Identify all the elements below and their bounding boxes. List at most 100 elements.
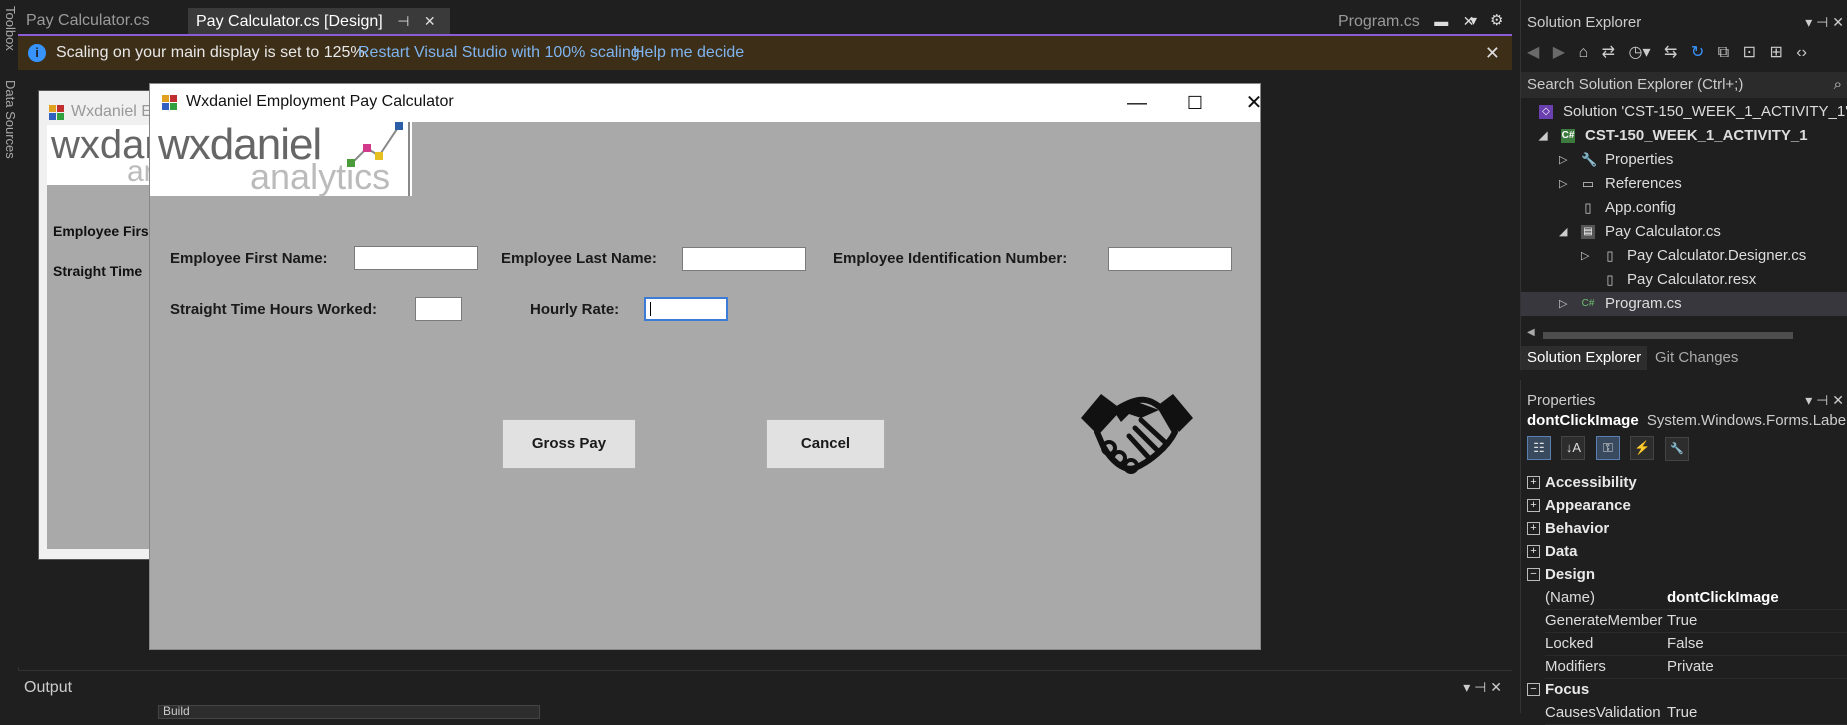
- category-data[interactable]: + Data: [1527, 540, 1847, 563]
- properties-toolbar: ☷ ↓A ⚿ ⚡ 🔧: [1527, 436, 1695, 464]
- tab-git-changes[interactable]: Git Changes: [1655, 346, 1738, 370]
- category-behavior[interactable]: + Behavior: [1527, 517, 1847, 540]
- category-accessibility[interactable]: + Accessibility: [1527, 471, 1847, 494]
- panel-window-controls[interactable]: ▾ ⊣ ✕: [1463, 679, 1502, 696]
- panel-window-controls[interactable]: ▾ ⊣ ✕: [1805, 14, 1844, 31]
- sync-icon[interactable]: ⇆: [1664, 44, 1677, 61]
- close-icon[interactable]: ✕: [1485, 36, 1500, 70]
- back-icon[interactable]: ◀: [1527, 44, 1539, 61]
- category-focus[interactable]: − Focus: [1527, 678, 1847, 701]
- expand-arrow-icon[interactable]: ▷: [1559, 148, 1567, 172]
- designer-form-background[interactable]: Wxdaniel Em wxdar ar Employee Firs Strai…: [38, 90, 165, 560]
- expand-arrow-icon[interactable]: ▷: [1559, 292, 1567, 316]
- tab-list-dropdown-icon[interactable]: ▾: [1470, 12, 1477, 29]
- category-design[interactable]: − Design: [1527, 563, 1847, 586]
- expand-arrow-icon[interactable]: ▷: [1559, 172, 1567, 196]
- gear-icon[interactable]: ⚙: [1490, 11, 1503, 29]
- collapse-all-icon[interactable]: ⧉: [1718, 44, 1729, 61]
- horizontal-scrollbar[interactable]: ◀: [1527, 327, 1843, 340]
- collapse-icon[interactable]: −: [1527, 683, 1540, 696]
- property-row[interactable]: GenerateMember True: [1545, 609, 1847, 633]
- properties-icon[interactable]: ⊞: [1769, 44, 1782, 61]
- straight-time-label: Straight Time: [53, 263, 143, 279]
- close-icon[interactable]: ✕: [424, 13, 436, 29]
- tree-item-resx[interactable]: ▯ Pay Calculator.resx: [1521, 268, 1847, 292]
- info-message: Scaling on your main display is set to 1…: [56, 44, 370, 61]
- preview-pin-icon[interactable]: ▬: [1434, 13, 1448, 29]
- property-value[interactable]: True: [1667, 609, 1847, 632]
- tab-solution-explorer[interactable]: Solution Explorer: [1521, 346, 1648, 370]
- panel-window-controls[interactable]: ▾ ⊣ ✕: [1805, 392, 1844, 409]
- tree-item-label: Solution 'CST-150_WEEK_1_ACTIVITY_1' (1 …: [1563, 103, 1847, 120]
- properties-view-icon[interactable]: ⚿: [1595, 436, 1620, 460]
- show-all-files-icon[interactable]: ⊡: [1743, 44, 1756, 61]
- solution-search-input[interactable]: Search Solution Explorer (Ctrl+;) ⌕: [1521, 72, 1847, 98]
- object-selector[interactable]: dontClickImage System.Windows.Forms.Labe: [1527, 412, 1846, 429]
- switch-views-icon[interactable]: ⇄: [1602, 44, 1615, 61]
- property-row[interactable]: (Name) dontClickImage: [1545, 586, 1847, 610]
- tree-item-program-cs[interactable]: ▷ C# Program.cs: [1521, 292, 1847, 316]
- handshake-icon[interactable]: [1079, 388, 1195, 476]
- csharp-project-icon: C#: [1561, 129, 1575, 143]
- first-name-input[interactable]: [354, 246, 478, 270]
- expand-icon[interactable]: +: [1527, 545, 1540, 558]
- expand-arrow-icon[interactable]: ▷: [1581, 244, 1589, 268]
- categorized-icon[interactable]: ☷: [1527, 436, 1551, 460]
- tab-pay-calculator-design[interactable]: Pay Calculator.cs [Design] ⊣ ✕: [188, 8, 450, 34]
- expand-icon[interactable]: +: [1527, 476, 1540, 489]
- property-value[interactable]: False: [1667, 632, 1847, 655]
- toolbox-tab[interactable]: Toolbox: [0, 6, 18, 51]
- property-key: GenerateMember: [1545, 612, 1663, 629]
- data-sources-tab[interactable]: Data Sources: [0, 80, 18, 159]
- window-title-bar[interactable]: Wxdaniel Employment Pay Calculator — ☐ ✕: [150, 84, 1262, 122]
- id-number-input[interactable]: [1108, 247, 1232, 271]
- maximize-icon[interactable]: ☐: [1170, 90, 1220, 116]
- tree-item-solution[interactable]: ◇ Solution 'CST-150_WEEK_1_ACTIVITY_1' (…: [1521, 100, 1847, 124]
- cancel-button[interactable]: Cancel: [766, 419, 885, 469]
- property-row[interactable]: CausesValidation True: [1545, 701, 1847, 725]
- expand-icon[interactable]: +: [1527, 499, 1540, 512]
- search-icon[interactable]: ⌕: [1834, 72, 1842, 98]
- category-appearance[interactable]: + Appearance: [1527, 494, 1847, 517]
- scroll-left-icon[interactable]: ◀: [1527, 327, 1535, 338]
- output-source-select[interactable]: Build: [158, 704, 540, 719]
- close-icon[interactable]: ✕: [1229, 90, 1279, 116]
- pay-calculator-window[interactable]: Wxdaniel Employment Pay Calculator — ☐ ✕…: [150, 84, 1262, 649]
- restart-scaling-link[interactable]: Restart Visual Studio with 100% scaling: [358, 36, 640, 70]
- property-key: Locked: [1545, 635, 1594, 652]
- minimize-icon[interactable]: —: [1112, 90, 1162, 116]
- refresh-icon[interactable]: ↻: [1691, 44, 1704, 61]
- last-name-input[interactable]: [682, 247, 806, 271]
- tab-program-cs[interactable]: Program.cs ▬ ✕: [1330, 8, 1474, 34]
- tree-item-properties[interactable]: ▷ 🔧 Properties: [1521, 148, 1847, 172]
- tree-item-label: Pay Calculator.resx: [1627, 271, 1757, 288]
- tab-pay-calculator-cs[interactable]: Pay Calculator.cs: [18, 8, 188, 34]
- hours-worked-input[interactable]: [415, 297, 462, 321]
- events-icon[interactable]: ⚡: [1630, 436, 1655, 460]
- tree-item-designer-cs[interactable]: ▷ ▯ Pay Calculator.Designer.cs: [1521, 244, 1847, 268]
- collapse-arrow-icon[interactable]: ◢: [1559, 220, 1567, 244]
- hourly-rate-input[interactable]: [644, 297, 728, 321]
- property-value[interactable]: dontClickImage: [1667, 586, 1847, 609]
- expand-icon[interactable]: +: [1527, 522, 1540, 535]
- property-row[interactable]: Locked False: [1545, 632, 1847, 656]
- tree-item-pay-calculator[interactable]: ◢ ▤ Pay Calculator.cs: [1521, 220, 1847, 244]
- tree-item-project[interactable]: ◢ C# CST-150_WEEK_1_ACTIVITY_1: [1521, 124, 1847, 148]
- code-icon[interactable]: ‹›: [1796, 44, 1807, 61]
- forward-icon[interactable]: ▶: [1553, 44, 1565, 61]
- help-me-decide-link[interactable]: Help me decide: [633, 36, 744, 70]
- home-icon[interactable]: ⌂: [1579, 44, 1589, 61]
- pin-icon[interactable]: ⊣: [397, 13, 409, 29]
- property-value[interactable]: Private: [1667, 655, 1847, 678]
- scrollbar-thumb[interactable]: [1543, 332, 1793, 339]
- collapse-arrow-icon[interactable]: ◢: [1539, 124, 1547, 148]
- tree-item-references[interactable]: ▷ ▭ References: [1521, 172, 1847, 196]
- tree-item-app-config[interactable]: ▯ App.config: [1521, 196, 1847, 220]
- gross-pay-button[interactable]: Gross Pay: [502, 419, 636, 469]
- property-row[interactable]: Modifiers Private: [1545, 655, 1847, 679]
- collapse-icon[interactable]: −: [1527, 568, 1540, 581]
- alphabetical-icon[interactable]: ↓A: [1561, 436, 1586, 460]
- property-pages-icon[interactable]: 🔧: [1664, 437, 1689, 461]
- pending-changes-filter-icon[interactable]: ◷▾: [1629, 44, 1651, 61]
- resx-file-icon: ▯: [1606, 272, 1614, 287]
